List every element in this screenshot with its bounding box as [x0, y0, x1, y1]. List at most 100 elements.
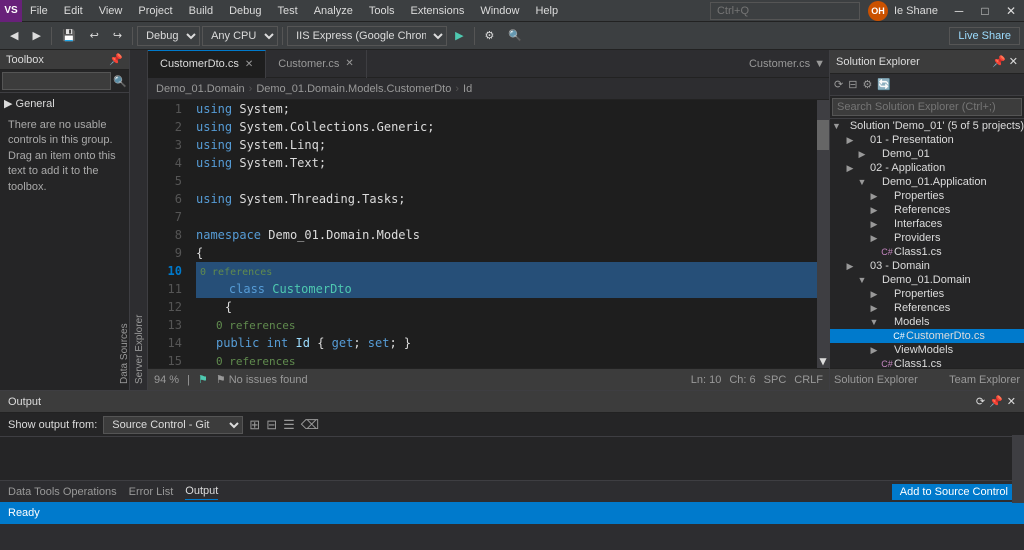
add-to-source-control-btn[interactable]: Add to Source Control — [892, 484, 1016, 500]
output-tb-icon1[interactable]: ⊞ — [249, 417, 260, 433]
maximize-button[interactable]: □ — [972, 0, 998, 22]
tree-item-14[interactable]: ▼ Models — [830, 315, 1024, 329]
toolbar-forward[interactable]: ▶ — [26, 27, 46, 44]
code-line-3: using System.Linq; — [196, 136, 829, 154]
vert-tab-server[interactable]: Server Explorer — [132, 50, 147, 390]
global-search-input[interactable] — [710, 2, 860, 20]
tree-item-7[interactable]: ▶ Interfaces — [830, 217, 1024, 231]
se-tb-collapse[interactable]: ⊟ — [846, 78, 859, 91]
minimize-button[interactable]: ─ — [946, 0, 972, 22]
scrollbar-thumb[interactable] — [817, 120, 829, 150]
tree-item-0[interactable]: ▼ Solution 'Demo_01' (5 of 5 projects) — [830, 119, 1024, 133]
toolbar-back[interactable]: ◀ — [4, 27, 24, 44]
se-header-buttons: 📌 ✕ — [992, 55, 1018, 68]
output-tb-icon2[interactable]: ⊟ — [266, 417, 277, 433]
se-tree: ▼ Solution 'Demo_01' (5 of 5 projects) ▶… — [830, 119, 1024, 368]
platform-select[interactable]: Any CPU — [202, 26, 278, 46]
tree-item-4[interactable]: ▼ Demo_01.Application — [830, 175, 1024, 189]
live-share-button[interactable]: Live Share — [949, 27, 1020, 45]
output-scrollbar[interactable] — [1012, 435, 1024, 503]
dropdown-icon[interactable]: ▼ — [814, 58, 825, 70]
toolbar-save[interactable]: 💾 — [56, 27, 82, 44]
se-tb-props[interactable]: ⚙ — [860, 78, 874, 91]
toolbar-undo[interactable]: ↩ — [84, 27, 105, 44]
tree-item-8[interactable]: ▶ Providers — [830, 231, 1024, 245]
editor-scrollbar[interactable] — [817, 100, 829, 368]
menu-window[interactable]: Window — [472, 0, 527, 21]
output-close-icon[interactable]: ✕ — [1007, 395, 1016, 408]
tree-item-16[interactable]: ▶ ViewModels — [830, 343, 1024, 357]
breadcrumb-part1[interactable]: Demo_01.Domain — [156, 83, 245, 95]
tree-item-9[interactable]: C# Class1.cs — [830, 245, 1024, 259]
bottom-tab-datatools[interactable]: Data Tools Operations — [8, 484, 117, 500]
code-line-12-group: 0 references public int Id { get; set; } — [196, 316, 829, 352]
editor-tab-customerdto[interactable]: CustomerDto.cs ✕ — [148, 50, 266, 78]
menu-tools[interactable]: Tools — [361, 0, 403, 21]
se-tb-sync[interactable]: ⟳ — [832, 78, 845, 91]
toolbar-misc2[interactable]: 🔍 — [502, 27, 528, 44]
code-line-10b: class CustomerDto — [196, 280, 829, 298]
debug-config-select[interactable]: Debug — [137, 26, 200, 46]
tree-item-12[interactable]: ▶ Properties — [830, 287, 1024, 301]
code-line-1: using System; — [196, 100, 829, 118]
output-source-select[interactable]: Source Control - Git — [103, 416, 243, 434]
menu-edit[interactable]: Edit — [56, 0, 91, 21]
toolbar-misc1[interactable]: ⚙ — [479, 27, 501, 44]
code-line-12-ref: 0 references — [196, 316, 829, 334]
tree-item-10[interactable]: ▶ 03 - Domain — [830, 259, 1024, 273]
code-line-10-container: ✏ 0 references class CustomerDto — [196, 262, 829, 298]
se-bottom-team-explorer[interactable]: Team Explorer — [949, 374, 1020, 386]
tree-item-17[interactable]: C# Class1.cs — [830, 357, 1024, 368]
close-button[interactable]: ✕ — [998, 0, 1024, 22]
zoom-level[interactable]: 94 % — [154, 374, 179, 386]
bottom-tab-errorlist[interactable]: Error List — [129, 484, 174, 500]
output-pin-icon[interactable]: 📌 — [989, 395, 1003, 408]
run-button[interactable]: ▶ — [449, 27, 469, 44]
se-close-icon[interactable]: ✕ — [1009, 55, 1018, 68]
scrollbar-down-arrow[interactable]: ▼ — [817, 354, 829, 368]
toolbar-redo[interactable]: ↪ — [107, 27, 128, 44]
breadcrumb-part2[interactable]: Demo_01.Domain.Models.CustomerDto — [256, 83, 451, 95]
output-tb-icon4[interactable]: ⌫ — [301, 417, 319, 433]
menu-view[interactable]: View — [91, 0, 131, 21]
tree-item-13[interactable]: ▶ References — [830, 301, 1024, 315]
issues-label[interactable]: ⚑ No issues found — [216, 373, 308, 386]
se-tb-refresh[interactable]: 🔄 — [875, 78, 893, 91]
tree-item-1[interactable]: ▶ 01 - Presentation — [830, 133, 1024, 147]
editor-tab-customer[interactable]: Customer.cs ✕ — [266, 50, 367, 78]
menu-build[interactable]: Build — [181, 0, 221, 21]
vert-tab-data[interactable]: Data Sources — [117, 50, 132, 390]
tree-item-3[interactable]: ▶ 02 - Application — [830, 161, 1024, 175]
editor-tab-customerdto-close[interactable]: ✕ — [245, 59, 253, 70]
code-content[interactable]: using System; using System.Collections.G… — [188, 100, 829, 368]
se-bottom-solution-explorer[interactable]: Solution Explorer — [834, 374, 918, 386]
tree-arrow-4: ▼ — [856, 177, 868, 187]
toolbox-search-input[interactable] — [2, 72, 111, 90]
menu-file[interactable]: File — [22, 0, 56, 21]
menu-analyze[interactable]: Analyze — [306, 0, 361, 21]
tree-item-6[interactable]: ▶ References — [830, 203, 1024, 217]
menu-debug[interactable]: Debug — [221, 0, 269, 21]
tree-item-15[interactable]: C# CustomerDto.cs — [830, 329, 1024, 343]
breadcrumb-sep1: › — [249, 83, 253, 95]
tree-label-7: Interfaces — [894, 218, 1024, 230]
output-icon1[interactable]: ⟳ — [976, 395, 985, 408]
code-area[interactable]: 1 2 3 4 5 6 7 8 9 10 11 12 13 14 15 16 1… — [148, 100, 829, 368]
code-line-13-ref: 0 references — [196, 352, 829, 368]
breadcrumb-part3[interactable]: Id — [463, 83, 472, 95]
tree-item-11[interactable]: ▼ Demo_01.Domain — [830, 273, 1024, 287]
menu-extensions[interactable]: Extensions — [403, 0, 473, 21]
launch-select[interactable]: IIS Express (Google Chrome) — [287, 26, 447, 46]
breadcrumb: Demo_01.Domain › Demo_01.Domain.Models.C… — [148, 78, 829, 100]
menu-test[interactable]: Test — [270, 0, 306, 21]
toolbox-general-label[interactable]: ▶ General — [4, 97, 125, 110]
tree-item-5[interactable]: ▶ Properties — [830, 189, 1024, 203]
se-pin-icon[interactable]: 📌 — [992, 55, 1006, 68]
output-tb-icon3[interactable]: ☰ — [283, 417, 295, 433]
menu-project[interactable]: Project — [130, 0, 180, 21]
menu-help[interactable]: Help — [527, 0, 566, 21]
se-search-input[interactable] — [832, 98, 1022, 116]
tree-item-2[interactable]: ▶ Demo_01 — [830, 147, 1024, 161]
bottom-tab-output[interactable]: Output — [185, 483, 218, 500]
editor-tab-customer-close[interactable]: ✕ — [345, 58, 353, 69]
